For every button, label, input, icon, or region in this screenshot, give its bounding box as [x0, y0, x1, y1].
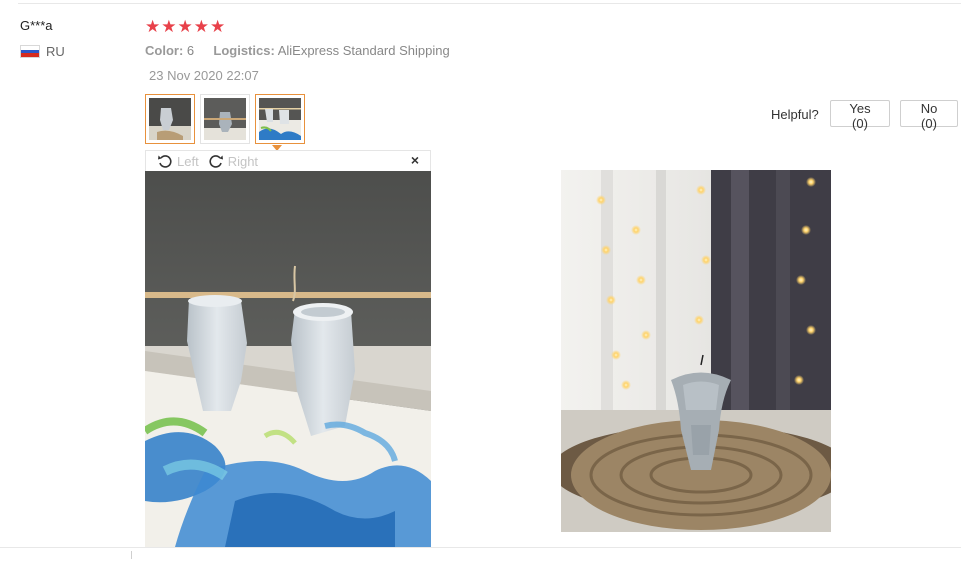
review-photo-thumbnail-3[interactable]	[255, 94, 305, 144]
star-icon: ★	[210, 17, 226, 36]
star-icon: ★	[161, 17, 177, 36]
rotate-left-button[interactable]: Left	[157, 153, 199, 169]
photo-viewer-toolbar: Left Right ×	[145, 150, 431, 171]
review-photo-large	[145, 171, 431, 547]
country-code: RU	[46, 44, 65, 59]
star-icon: ★	[193, 17, 209, 36]
helpful-no-button[interactable]: No (0)	[900, 100, 958, 131]
reviewer-name: G***a	[20, 18, 53, 33]
rotate-left-label: Left	[177, 153, 199, 169]
color-value: 6	[186, 43, 195, 58]
rotate-right-icon	[209, 155, 223, 168]
review-photo-secondary	[561, 170, 831, 532]
star-icon: ★	[177, 17, 193, 36]
star-icon: ★	[145, 17, 161, 36]
review-photo-thumbnail-1[interactable]	[145, 94, 195, 144]
color-label: Color:	[145, 43, 184, 58]
top-divider	[18, 3, 961, 4]
rating-stars: ★ ★ ★ ★ ★	[145, 17, 225, 37]
russia-flag-icon	[20, 45, 40, 58]
helpful-label: Helpful?	[771, 107, 819, 122]
rotate-left-icon	[158, 155, 172, 168]
review-date: 23 Nov 2020 22:07	[149, 68, 259, 83]
logistics-value: AliExpress Standard Shipping	[277, 43, 450, 58]
helpful-yes-button[interactable]: Yes (0)	[830, 100, 890, 131]
bottom-divider	[0, 547, 961, 548]
rotate-right-label: Right	[227, 153, 259, 169]
reviewer-country: RU	[20, 44, 65, 59]
bottom-tick	[131, 551, 132, 559]
review-attributes: Color: 6 Logistics: AliExpress Standard …	[145, 43, 450, 58]
review-photo-thumbnail-2[interactable]	[200, 94, 250, 144]
rotate-right-button[interactable]: Right	[208, 153, 258, 169]
close-icon[interactable]: ×	[411, 152, 419, 168]
logistics-label: Logistics:	[213, 43, 275, 58]
